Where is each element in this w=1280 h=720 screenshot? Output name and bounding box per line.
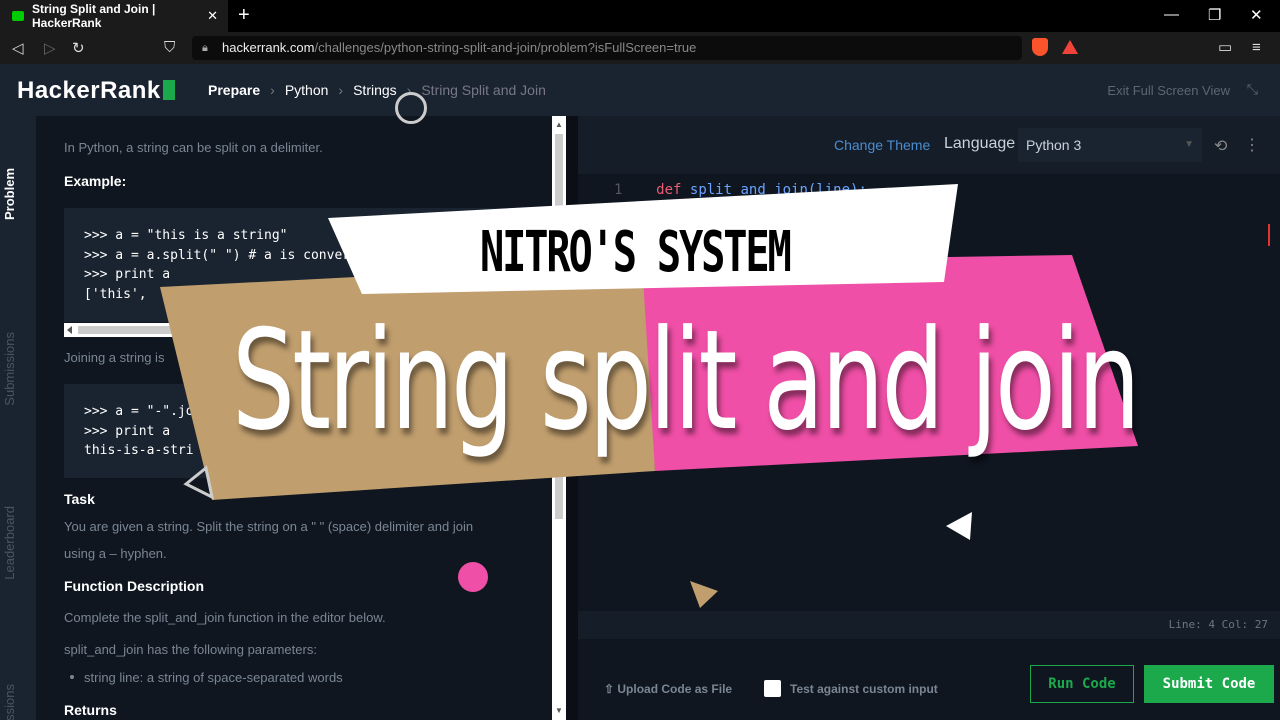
hackerrank-favicon-icon [12,11,24,21]
editor-actions: ⇧ Upload Code as File Test against custo… [578,639,1280,720]
code-keyword: def [656,182,682,198]
menu-icon[interactable]: ≡ [1252,39,1261,56]
intro-text: In Python, a string can be split on a de… [64,140,323,155]
logo-mark-icon [162,80,175,100]
scroll-down-icon[interactable]: ▼ [555,706,563,715]
tab-discussions[interactable]: ssions [2,684,34,720]
language-select[interactable]: Python 3 ▼ [1018,128,1202,162]
brand-title: NITRO'S SYSTEM [480,220,792,285]
brave-rewards-icon[interactable] [1062,40,1078,54]
chevron-right-icon: › [338,82,344,98]
parameter-item: string line: a string of space-separated… [84,670,343,685]
bullet-icon [70,675,74,679]
scroll-up-icon[interactable]: ▲ [555,120,563,129]
brave-shield-icon[interactable] [1032,38,1048,56]
collapse-icon[interactable]: ⤡ [1247,81,1258,98]
submit-code-button[interactable]: Submit Code [1144,665,1274,703]
browser-tab[interactable]: String Split and Join | HackerRank ✕ [0,0,228,32]
mouse-cursor-ring [395,92,427,124]
tab-leaderboard[interactable]: Leaderboard [2,506,34,580]
function-description-heading: Function Description [64,578,204,594]
language-value: Python 3 [1026,137,1082,153]
breadcrumb-python[interactable]: Python [285,82,329,98]
browser-tab-bar: String Split and Join | HackerRank ✕ + —… [0,0,1280,32]
address-bar-row: ◁ ▷ ↻ ⛉ 🔒︎ hackerrank.com/challenges/pyt… [0,32,1280,64]
url-field[interactable]: 🔒︎ hackerrank.com/challenges/python-stri… [192,36,1022,60]
tab-title: String Split and Join | HackerRank [32,2,156,30]
breadcrumb-current: String Split and Join [421,82,546,98]
breadcrumb-prepare[interactable]: Prepare [208,82,260,98]
editor-status-bar: Line: 4 Col: 27 [578,611,1280,639]
new-tab-icon[interactable]: + [238,4,250,27]
upload-code-link[interactable]: ⇧ Upload Code as File [604,682,732,696]
language-label: Language [944,135,1016,152]
url-path: /challenges/python-string-split-and-join… [314,40,697,55]
code-line[interactable]: 1 def split_and_join(line): [614,182,867,198]
close-tab-icon[interactable]: ✕ [207,8,218,24]
code-function: split_and_join(line): [689,182,867,198]
minimize-icon[interactable]: — [1164,6,1179,23]
tab-submissions[interactable]: Submissions [2,332,34,406]
function-description-text: Complete the split_and_join function in … [64,610,386,625]
hackerrank-logo[interactable]: HackerRank [17,77,175,105]
exit-fullscreen-link[interactable]: Exit Full Screen View [1107,83,1230,98]
custom-input-checkbox[interactable] [764,680,781,697]
returns-heading: Returns [64,702,117,718]
change-theme-link[interactable]: Change Theme [834,137,930,153]
cursor-position: Line: 4 Col: 27 [1168,618,1268,631]
join-text: Joining a string is [64,350,165,365]
url-host: hackerrank.com [222,40,315,55]
back-icon[interactable]: ◁ [12,39,24,57]
reload-icon[interactable]: ↻ [72,39,85,57]
scroll-left-icon[interactable] [67,326,72,334]
history-icon[interactable]: ⟲ [1214,136,1227,156]
tab-problem[interactable]: Problem [2,168,34,220]
bookmark-icon[interactable]: ⛉ [164,39,175,56]
run-code-button[interactable]: Run Code [1030,665,1134,703]
line-number: 1 [614,182,623,198]
video-title: String split and join [232,300,1141,461]
breadcrumb-strings[interactable]: Strings [353,82,397,98]
parameters-text: split_and_join has the following paramet… [64,642,317,657]
error-marker [1268,224,1278,246]
example-heading: Example: [64,173,127,189]
lock-icon: 🔒︎ [202,42,208,54]
more-options-icon[interactable]: ⋮ [1244,135,1260,155]
chevron-down-icon: ▼ [1184,139,1194,150]
forward-icon[interactable]: ▷ [44,39,56,57]
breadcrumb: Prepare › Python › Strings › String Spli… [208,82,546,98]
site-header: HackerRank Prepare › Python › Strings › … [0,64,1280,116]
wallet-icon[interactable]: ▭ [1218,38,1232,56]
screen: String Split and Join | HackerRank ✕ + —… [0,0,1280,720]
upload-label: Upload Code as File [617,682,733,696]
task-text-2: using a – hyphen. [64,546,167,561]
vertical-tab-strip: Problem Submissions Leaderboard ssions [0,116,36,720]
task-text: You are given a string. Split the string… [64,519,474,534]
custom-input-label[interactable]: Test against custom input [790,682,938,696]
restore-icon[interactable]: ❐ [1208,6,1221,24]
close-window-icon[interactable]: ✕ [1250,6,1263,24]
chevron-right-icon: › [270,82,275,98]
editor-toolbar: Change Theme Language Python 3 ▼ ⟲ ⋮ [578,116,1280,174]
task-heading: Task [64,491,95,507]
